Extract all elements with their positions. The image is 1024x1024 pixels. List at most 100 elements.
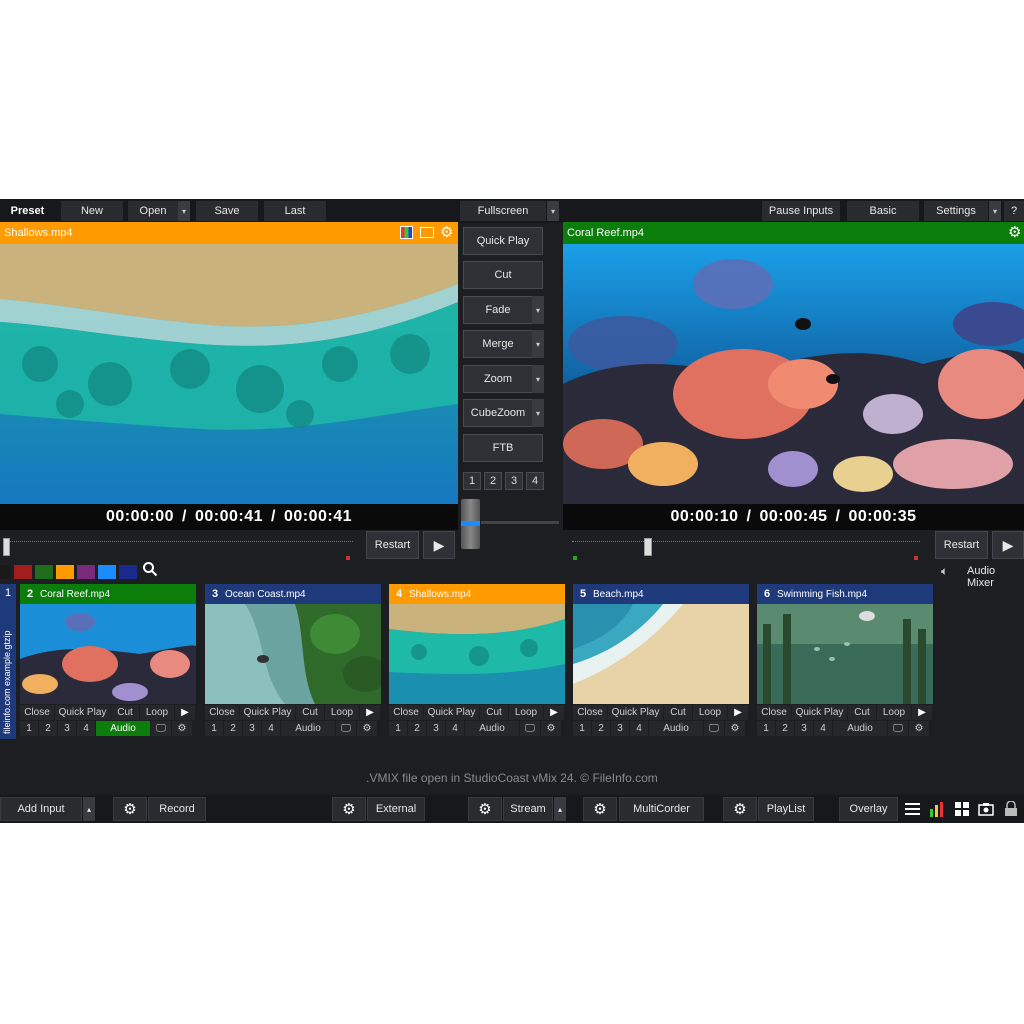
snapshot-icon[interactable] xyxy=(978,801,994,817)
monitor-icon[interactable]: 🖵︎ xyxy=(520,721,540,736)
quick-play-button[interactable]: Quick Play xyxy=(240,705,295,720)
merge-dropdown-icon[interactable]: ▾ xyxy=(532,330,544,358)
save-button[interactable]: Save xyxy=(196,201,258,221)
playlist-button[interactable]: PlayList xyxy=(758,797,814,821)
output-video[interactable] xyxy=(563,244,1024,504)
basic-button[interactable]: Basic xyxy=(847,201,919,221)
preview-seek-handle[interactable] xyxy=(3,538,10,556)
close-button[interactable]: Close xyxy=(20,705,54,720)
color-swatch-orange[interactable] xyxy=(56,565,74,579)
audio-button[interactable]: Audio xyxy=(465,721,519,736)
transition-3-button[interactable]: 3 xyxy=(505,472,523,490)
quick-play-button[interactable]: Quick Play xyxy=(608,705,663,720)
fade-button[interactable]: Fade xyxy=(463,296,533,324)
overlay-3-button[interactable]: 3 xyxy=(611,721,629,736)
loop-button[interactable]: Loop xyxy=(140,705,174,720)
input-thumbnail[interactable] xyxy=(757,604,933,704)
close-button[interactable]: Close xyxy=(573,705,607,720)
overlay-2-button[interactable]: 2 xyxy=(592,721,610,736)
gear-icon[interactable]: ⚙ xyxy=(541,721,561,736)
add-input-button[interactable]: Add Input xyxy=(0,797,82,821)
overlay-4-button[interactable]: 4 xyxy=(630,721,648,736)
stream-dropdown-icon[interactable]: ▴ xyxy=(554,797,566,821)
audio-button[interactable]: Audio xyxy=(833,721,887,736)
overlay-1-button[interactable]: 1 xyxy=(757,721,775,736)
monitor-icon[interactable]: 🖵︎ xyxy=(888,721,908,736)
external-gear-icon[interactable]: ⚙ xyxy=(332,797,366,821)
overlay-3-button[interactable]: 3 xyxy=(243,721,261,736)
zoom-dropdown-icon[interactable]: ▾ xyxy=(532,365,544,393)
overlay-4-button[interactable]: 4 xyxy=(77,721,95,736)
input-card[interactable]: 3 Ocean Coast.mp4 Close Quick Play Cut L… xyxy=(205,584,381,739)
color-swatch-purple[interactable] xyxy=(77,565,95,579)
overlay-3-button[interactable]: 3 xyxy=(427,721,445,736)
gear-icon[interactable]: ⚙ xyxy=(172,721,192,736)
input-card[interactable]: 5 Beach.mp4 Close Quick Play Cut Loop ▶ … xyxy=(573,584,749,739)
audio-button[interactable]: Audio xyxy=(96,721,150,736)
play-icon[interactable]: ▶ xyxy=(728,705,748,720)
speaker-icon[interactable]: 🔈︎ xyxy=(941,564,948,579)
cubezoom-button[interactable]: CubeZoom xyxy=(463,399,533,427)
quick-play-button[interactable]: Quick Play xyxy=(424,705,479,720)
monitor-icon[interactable]: 🖵︎ xyxy=(151,721,171,736)
overlay-1-button[interactable]: 1 xyxy=(573,721,591,736)
open-dropdown-icon[interactable]: ▾ xyxy=(178,201,190,221)
fullscreen-dropdown-icon[interactable]: ▾ xyxy=(547,201,559,221)
color-swatch-blue[interactable] xyxy=(98,565,116,579)
fade-dropdown-icon[interactable]: ▾ xyxy=(532,296,544,324)
zoom-button[interactable]: Zoom xyxy=(463,365,533,393)
output-play-button[interactable]: ▶ xyxy=(992,531,1024,559)
merge-button[interactable]: Merge xyxy=(463,330,533,358)
help-button[interactable]: ? xyxy=(1004,201,1024,221)
stream-gear-icon[interactable]: ⚙ xyxy=(468,797,502,821)
color-swatch-green[interactable] xyxy=(35,565,53,579)
input-thumbnail[interactable] xyxy=(573,604,749,704)
search-icon[interactable] xyxy=(142,561,158,580)
cut-button[interactable]: Cut xyxy=(664,705,692,720)
overlay-2-button[interactable]: 2 xyxy=(224,721,242,736)
input-header[interactable]: 5 Beach.mp4 xyxy=(573,584,749,604)
gear-icon[interactable]: ⚙ xyxy=(725,721,745,736)
fullscreen-button[interactable]: Fullscreen xyxy=(460,201,546,221)
window-icon[interactable] xyxy=(420,227,434,238)
output-gear-icon[interactable]: ⚙ xyxy=(1008,223,1021,241)
loop-button[interactable]: Loop xyxy=(325,705,359,720)
color-swatch-navy[interactable] xyxy=(119,565,137,579)
monitor-icon[interactable]: 🖵︎ xyxy=(704,721,724,736)
output-restart-button[interactable]: Restart xyxy=(935,531,988,559)
output-seek-track[interactable] xyxy=(572,541,920,550)
overlay-1-button[interactable]: 1 xyxy=(389,721,407,736)
add-input-dropdown-icon[interactable]: ▴ xyxy=(83,797,95,821)
overlay-4-button[interactable]: 4 xyxy=(814,721,832,736)
overlay-1-button[interactable]: 1 xyxy=(205,721,223,736)
audio-levels-icon[interactable] xyxy=(929,801,945,817)
cut-button[interactable]: Cut xyxy=(111,705,139,720)
input-card[interactable]: 2 Coral Reef.mp4 Close Quick Play Cut Lo… xyxy=(20,584,196,739)
loop-button[interactable]: Loop xyxy=(877,705,911,720)
multicorder-button[interactable]: MultiCorder xyxy=(619,797,704,821)
audio-button[interactable]: Audio xyxy=(281,721,335,736)
loop-button[interactable]: Loop xyxy=(693,705,727,720)
preset-button[interactable]: Preset xyxy=(0,201,55,221)
transition-2-button[interactable]: 2 xyxy=(484,472,502,490)
overlay-2-button[interactable]: 2 xyxy=(39,721,57,736)
preview-video[interactable] xyxy=(0,244,458,504)
record-gear-icon[interactable]: ⚙ xyxy=(113,797,147,821)
play-icon[interactable]: ▶ xyxy=(360,705,380,720)
close-button[interactable]: Close xyxy=(757,705,791,720)
input-side-tab[interactable]: 1 fileinfo.com example.gtzip xyxy=(0,584,16,739)
record-button[interactable]: Record xyxy=(148,797,206,821)
cut-button[interactable]: Cut xyxy=(848,705,876,720)
input-thumbnail[interactable] xyxy=(389,604,565,704)
audio-mixer-label[interactable]: Audio Mixer xyxy=(967,565,1024,589)
color-bars-icon[interactable] xyxy=(400,226,413,239)
overlay-button[interactable]: Overlay xyxy=(839,797,898,821)
overlay-4-button[interactable]: 4 xyxy=(262,721,280,736)
settings-dropdown-icon[interactable]: ▾ xyxy=(989,201,1001,221)
preview-restart-button[interactable]: Restart xyxy=(366,531,419,559)
menu-icon[interactable] xyxy=(905,802,920,816)
cubezoom-dropdown-icon[interactable]: ▾ xyxy=(532,399,544,427)
audio-button[interactable]: Audio xyxy=(649,721,703,736)
new-button[interactable]: New xyxy=(61,201,123,221)
cut-button[interactable]: Cut xyxy=(463,261,543,289)
